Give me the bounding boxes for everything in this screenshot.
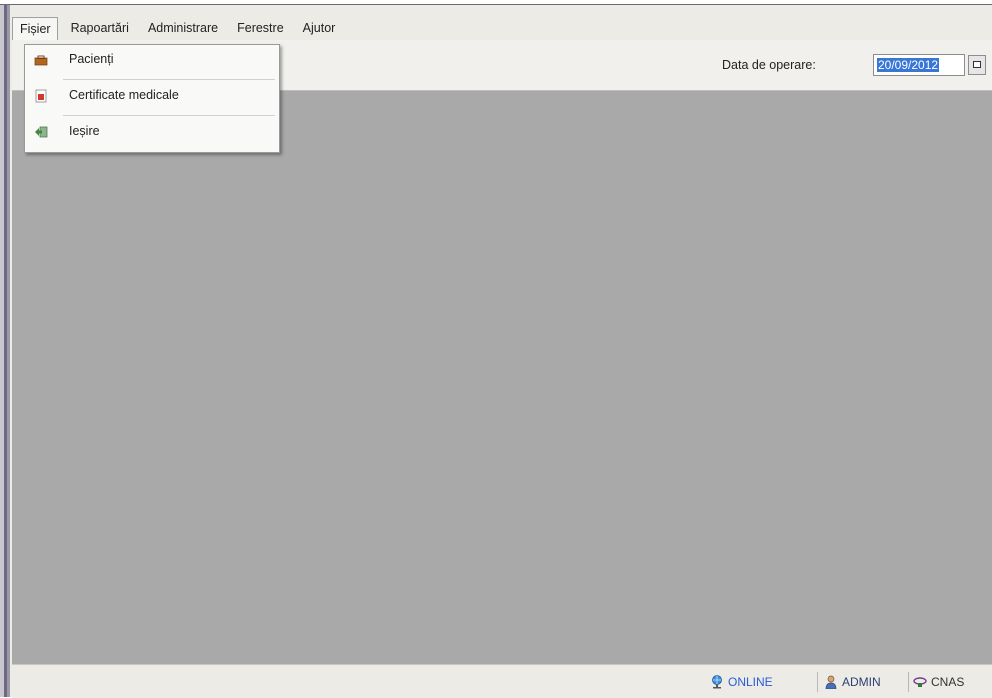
date-picker-button[interactable] bbox=[968, 55, 986, 75]
window-left-border bbox=[0, 5, 10, 697]
menu-separator bbox=[63, 79, 275, 80]
file-menu-dropdown: Pacienți Certificate medicale Ieșire bbox=[24, 44, 280, 153]
menu-item-pacienti[interactable]: Pacienți bbox=[25, 47, 279, 75]
connection-icon bbox=[913, 677, 927, 687]
mdi-workspace bbox=[12, 91, 992, 664]
status-cnas: CNAS bbox=[908, 672, 964, 692]
menu-item-iesire-label: Ieșire bbox=[69, 124, 100, 138]
status-cnas-label: CNAS bbox=[931, 675, 965, 689]
menu-item-certificate[interactable]: Certificate medicale bbox=[25, 83, 279, 111]
menu-item-pacienti-label: Pacienți bbox=[69, 52, 114, 66]
menu-separator bbox=[63, 115, 275, 116]
network-globe-icon bbox=[712, 675, 722, 689]
menu-fisier[interactable]: Fișier bbox=[12, 17, 58, 41]
menu-item-iesire[interactable]: Ieșire bbox=[25, 119, 279, 147]
menu-bar: Fișier Rapoartări Administrare Ferestre … bbox=[12, 16, 347, 41]
operation-date-field[interactable]: 20/09/2012 bbox=[873, 54, 965, 76]
calendar-icon bbox=[973, 61, 981, 68]
certificate-icon bbox=[35, 89, 47, 103]
operation-date-label: Data de operare: bbox=[722, 58, 816, 72]
user-icon bbox=[825, 675, 837, 689]
status-user: ADMIN bbox=[817, 672, 881, 692]
menu-ajutor[interactable]: Ajutor bbox=[296, 17, 342, 39]
exit-icon bbox=[35, 126, 48, 138]
status-user-label: ADMIN bbox=[842, 675, 881, 689]
patients-icon bbox=[34, 55, 48, 66]
status-bar: ONLINE ADMIN CNAS bbox=[12, 664, 992, 698]
operation-date-value: 20/09/2012 bbox=[877, 58, 940, 72]
menu-administrare[interactable]: Administrare bbox=[141, 17, 224, 39]
menu-ferestre[interactable]: Ferestre bbox=[230, 17, 290, 39]
status-online-label: ONLINE bbox=[728, 675, 773, 689]
menu-rapoartari[interactable]: Rapoartări bbox=[64, 17, 135, 39]
status-online: ONLINE bbox=[710, 672, 773, 692]
menu-item-certificate-label: Certificate medicale bbox=[69, 88, 179, 102]
